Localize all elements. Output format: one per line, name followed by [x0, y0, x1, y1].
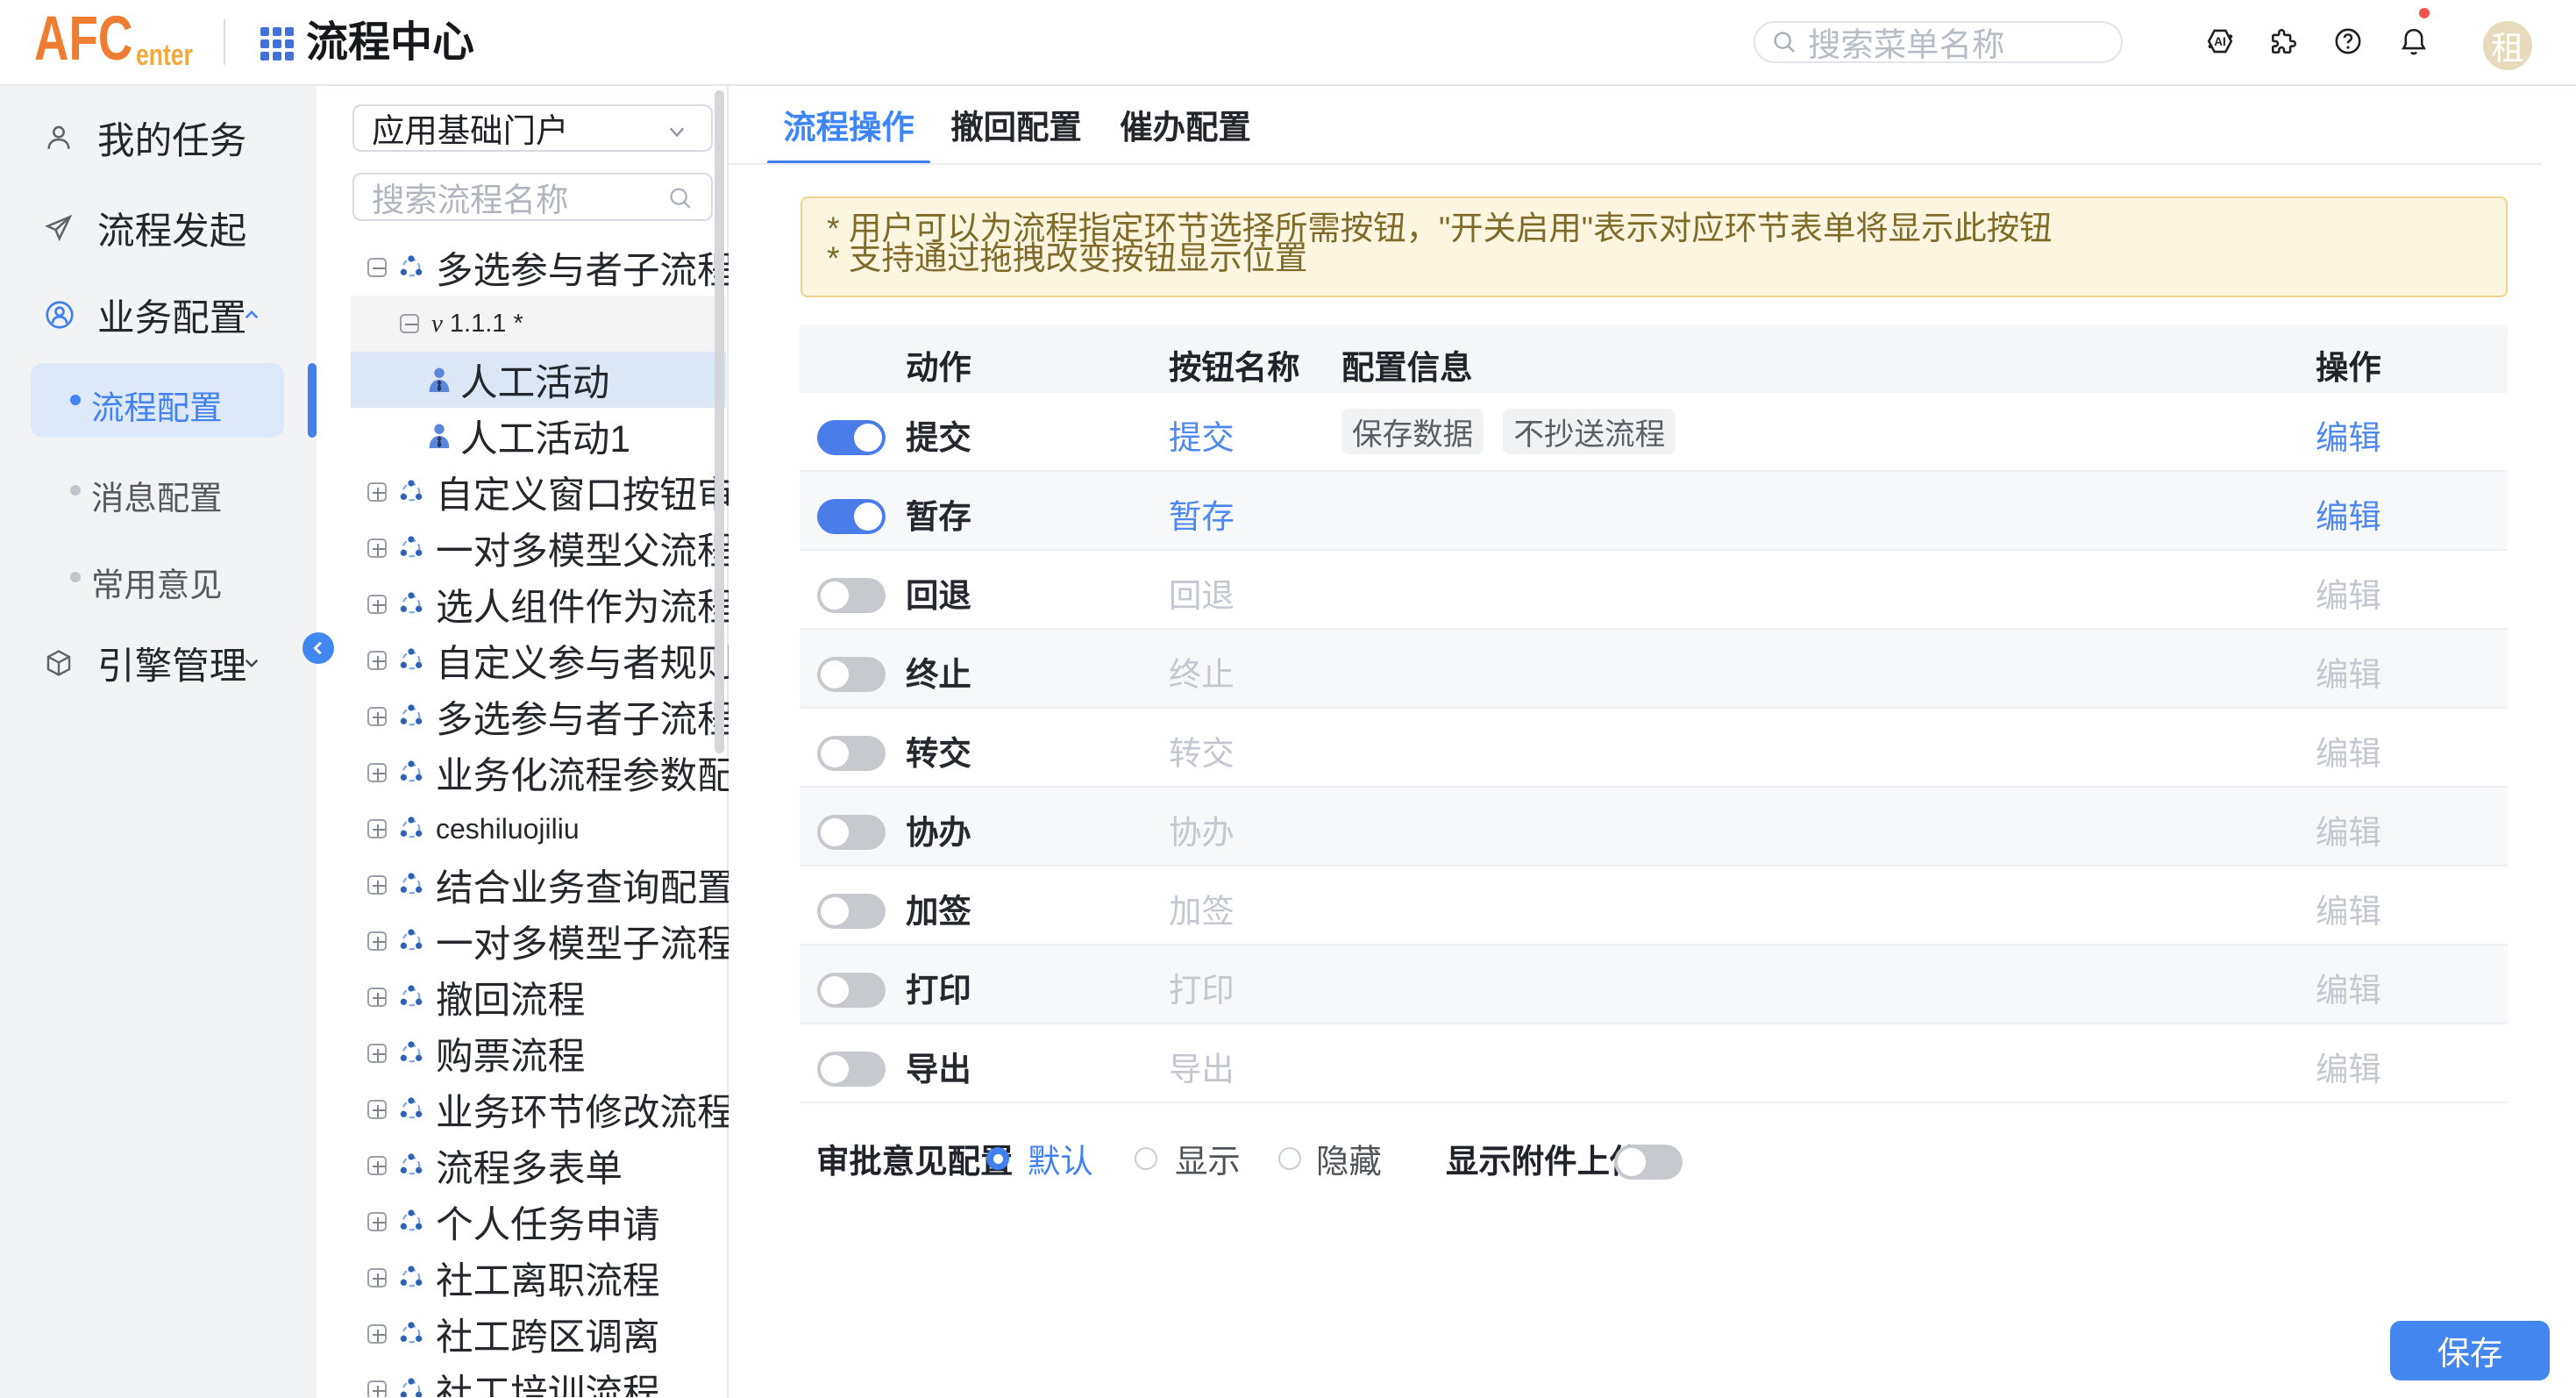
svg-text:AI: AI: [2214, 35, 2225, 48]
